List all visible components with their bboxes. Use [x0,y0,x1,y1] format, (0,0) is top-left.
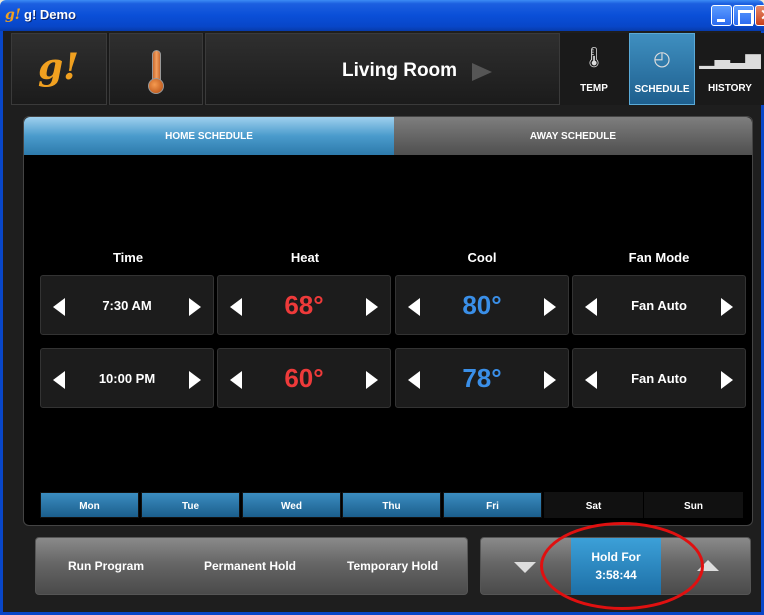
time-value: 7:30 AM [102,298,152,313]
nav-history-label: HISTORY [708,83,752,94]
room-name: Living Room [342,60,458,81]
room-selector[interactable]: Living Room [205,33,560,105]
increase-arrow-icon[interactable] [721,371,733,389]
day-toggle-thu[interactable]: Thu [342,492,441,518]
bar-chart-icon: ▁▃▂▅ [699,47,761,69]
nav-temp-button[interactable]: 🌡 TEMP [561,33,627,105]
decrease-arrow-icon[interactable] [585,298,597,316]
close-icon: ✕ [760,6,764,24]
time-value: 10:00 PM [98,371,156,386]
increase-arrow-icon[interactable] [189,371,201,389]
heat-setpoint: 60° [284,363,324,393]
decrease-arrow-icon[interactable] [53,298,65,316]
temporary-hold-button[interactable]: Temporary Hold [347,559,438,573]
thermostat-cell[interactable] [109,33,203,105]
schedule-tabs: HOME SCHEDULE AWAY SCHEDULE [24,117,752,155]
cool-setpoint: 78° [462,363,502,393]
g-app-icon: g! [5,7,21,23]
header-nav: g! Living Room 🌡 TEMP ◴ SCHEDULE ▁▃▂▅ HI… [11,33,764,105]
window-title-bar: g! g! Demo ✕ [0,0,764,31]
increase-arrow-icon[interactable] [544,371,556,389]
logo-cell[interactable]: g! [11,33,107,105]
column-header-time: Time [112,250,144,265]
fan-mode-value: Fan Auto [631,298,687,313]
decrease-arrow-icon[interactable] [230,298,242,316]
decrease-hold-arrow-icon[interactable] [514,562,536,573]
cool-stepper: 78° [395,348,569,408]
nav-temp-label: TEMP [580,83,608,94]
day-toggle-sat[interactable]: Sat [544,492,643,518]
tab-home-schedule[interactable]: HOME SCHEDULE [24,117,394,155]
tab-away-schedule[interactable]: AWAY SCHEDULE [394,117,752,155]
brand-logo: g! [38,46,79,88]
increase-arrow-icon[interactable] [721,298,733,316]
cool-setpoint: 80° [462,290,502,320]
room-next-arrow-icon[interactable] [472,63,492,81]
permanent-hold-button[interactable]: Permanent Hold [204,559,296,573]
fan-mode-stepper: Fan Auto [572,275,746,335]
increase-arrow-icon[interactable] [366,298,378,316]
hold-for-value: 3:58:44 [595,568,637,582]
decrease-arrow-icon[interactable] [408,298,420,316]
day-toggle-tue[interactable]: Tue [141,492,240,518]
nav-schedule-button[interactable]: ◴ SCHEDULE [629,33,695,105]
clock-icon: ◴ [653,48,671,70]
cool-stepper: 80° [395,275,569,335]
nav-schedule-label: SCHEDULE [634,84,690,95]
nav-history-button[interactable]: ▁▃▂▅ HISTORY [697,33,763,105]
program-mode-bar: Run Program Permanent Hold Temporary Hol… [35,537,468,595]
day-toggle-fri[interactable]: Fri [443,492,542,518]
heat-setpoint: 68° [284,290,324,320]
column-header-heat: Heat [290,250,320,265]
column-header-cool: Cool [467,250,497,265]
day-toggle-wed[interactable]: Wed [242,492,341,518]
heat-stepper: 68° [217,275,391,335]
day-selector: Mon Tue Wed Thu Fri Sat Sun [40,492,746,518]
hold-duration-control: Hold For 3:58:44 [480,537,751,595]
column-header-fan-mode: Fan Mode [628,250,690,265]
increase-arrow-icon[interactable] [544,298,556,316]
time-stepper: 7:30 AM [40,275,214,335]
increase-arrow-icon[interactable] [366,371,378,389]
decrease-arrow-icon[interactable] [230,371,242,389]
time-stepper: 10:00 PM [40,348,214,408]
window-title: g! Demo [24,7,76,22]
thermometer-icon [148,50,164,94]
minimize-button[interactable] [711,5,732,26]
close-button[interactable]: ✕ [755,5,764,26]
fan-mode-value: Fan Auto [631,371,687,386]
increase-arrow-icon[interactable] [189,298,201,316]
day-toggle-sun[interactable]: Sun [644,492,743,518]
run-program-button[interactable]: Run Program [68,559,144,573]
decrease-arrow-icon[interactable] [408,371,420,389]
increase-hold-arrow-icon[interactable] [697,560,719,571]
fan-mode-stepper: Fan Auto [572,348,746,408]
hold-for-display: Hold For 3:58:44 [571,538,661,595]
day-toggle-mon[interactable]: Mon [40,492,139,518]
heat-stepper: 60° [217,348,391,408]
maximize-button[interactable] [733,5,754,26]
decrease-arrow-icon[interactable] [585,371,597,389]
thermometer-icon: 🌡 [581,47,607,69]
hold-for-label: Hold For [591,550,641,564]
decrease-arrow-icon[interactable] [53,371,65,389]
